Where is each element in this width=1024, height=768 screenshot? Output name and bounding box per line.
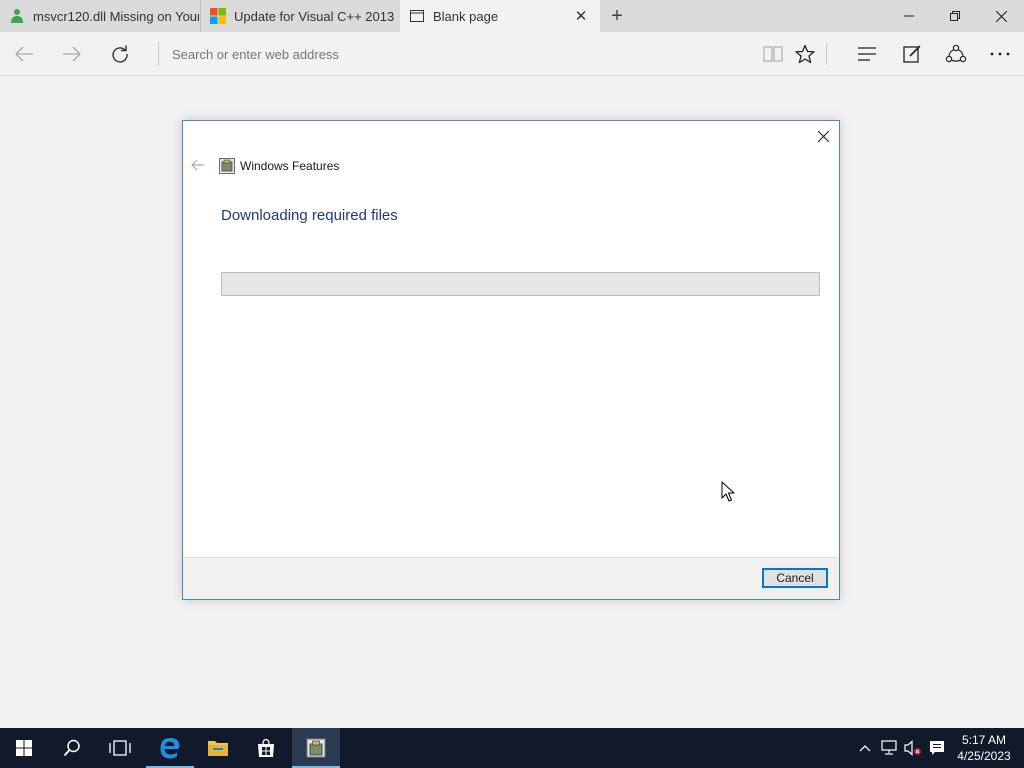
close-tab-icon[interactable]: ✕ — [572, 7, 590, 25]
dialog-close-icon[interactable] — [813, 125, 833, 147]
close-window-icon[interactable] — [978, 0, 1024, 32]
store-icon[interactable] — [242, 728, 290, 768]
restore-icon[interactable] — [932, 0, 978, 32]
task-view-icon[interactable] — [96, 728, 144, 768]
favorite-star-icon[interactable] — [791, 40, 819, 68]
microsoft-logo-icon — [210, 8, 226, 24]
search-icon[interactable] — [48, 728, 96, 768]
file-explorer-folder-icon[interactable] — [194, 728, 242, 768]
reading-view-icon[interactable] — [759, 40, 787, 68]
system-clock[interactable]: 5:17 AM 4/25/2023 — [950, 732, 1018, 764]
dialog-heading: Downloading required files — [221, 207, 398, 224]
tab-visual-cpp-update[interactable]: Update for Visual C++ 2013 — [200, 0, 399, 32]
chevron-up-icon[interactable] — [856, 728, 874, 768]
windows-features-icon — [219, 158, 235, 174]
hub-icon[interactable] — [853, 40, 881, 68]
volume-muted-icon[interactable] — [902, 728, 924, 768]
tab-label: Update for Visual C++ 2013 — [234, 8, 395, 24]
tab-msvcr120[interactable]: msvcr120.dll Missing on Your — [0, 0, 199, 32]
new-tab-icon[interactable]: + — [606, 5, 628, 27]
refresh-icon[interactable] — [106, 40, 134, 68]
tab-blank-page[interactable]: Blank page ✕ — [400, 0, 600, 32]
start-button-windows-icon[interactable] — [0, 728, 48, 768]
minimize-icon[interactable] — [886, 0, 932, 32]
blank-page-icon — [409, 8, 425, 24]
toolbar-separator — [826, 43, 827, 65]
dialog-back-arrow-icon[interactable] — [190, 157, 206, 173]
forward-arrow-icon[interactable] — [58, 40, 86, 68]
cancel-button[interactable]: Cancel — [762, 568, 828, 588]
back-arrow-icon[interactable] — [10, 40, 38, 68]
download-progress-bar — [221, 272, 820, 296]
edge-browser-icon[interactable] — [146, 728, 194, 768]
share-icon[interactable] — [942, 40, 970, 68]
mouse-cursor-icon — [721, 481, 735, 503]
green-person-icon — [9, 8, 25, 24]
dialog-footer: Cancel — [183, 557, 839, 599]
web-note-icon[interactable] — [898, 40, 926, 68]
windows-features-dialog: Windows Features Downloading required fi… — [182, 120, 840, 600]
tab-label: Blank page — [433, 8, 499, 24]
network-icon[interactable] — [878, 728, 900, 768]
taskbar: 5:17 AM 4/25/2023 — [0, 728, 1024, 768]
dialog-app-title: Windows Features — [240, 159, 340, 173]
windows-features-taskbar-icon[interactable] — [292, 728, 340, 768]
clock-date: 4/25/2023 — [957, 749, 1011, 763]
browser-tab-strip: msvcr120.dll Missing on Your Update for … — [0, 0, 1024, 32]
action-center-icon[interactable] — [926, 728, 948, 768]
address-bar-input[interactable]: Search or enter web address — [158, 42, 838, 66]
more-options-icon[interactable] — [986, 40, 1014, 68]
clock-time: 5:17 AM — [961, 733, 1007, 747]
browser-toolbar: Search or enter web address — [0, 32, 1024, 76]
tab-label: msvcr120.dll Missing on Your — [33, 8, 199, 24]
